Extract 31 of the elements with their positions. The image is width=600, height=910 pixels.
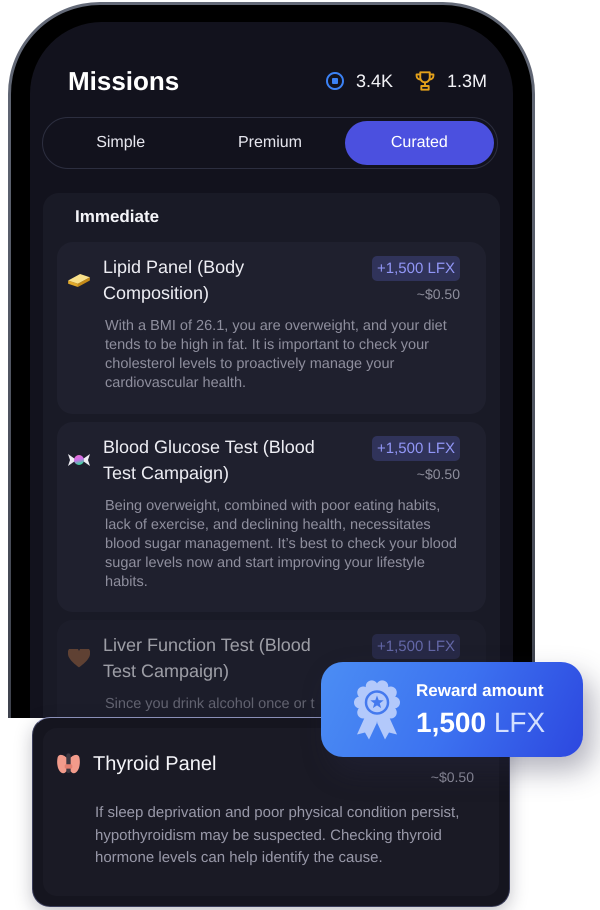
price-estimate: ~$0.50 — [416, 285, 460, 303]
mission-description: If sleep deprivation and poor physical condition persist, hypothyroidism may be suspected. Checking thyroid hormone levels can help identify the cause. — [95, 803, 460, 868]
thyroid-icon — [57, 753, 80, 775]
tab[interactable]: Premium — [195, 121, 345, 165]
reward-label: Reward amount — [416, 680, 544, 702]
ingot-icon — [68, 274, 90, 286]
mission-title: Lipid Panel (Body Composition) — [103, 257, 244, 303]
mission-description: Being overweight, combined with poor eating habits, lack of exercise, and declining health, necessitates blood sugar management. It’s best to check your blood sugar levels now and start improving your lifestyle habits. — [105, 496, 458, 592]
coin-icon — [326, 72, 344, 90]
mission-description: With a BMI of 26.1, you are overweight, and your diet tends to be high in fat. It is important to check your cholesterol levels to proactively manage your cardiovascular health. — [105, 317, 448, 393]
mission-card[interactable] — [57, 422, 486, 612]
reward-badge: +1,500 LFX — [372, 436, 460, 460]
mission-title: Thyroid Panel — [93, 753, 216, 775]
price-estimate: ~$0.50 — [416, 464, 460, 482]
reward-badge: +1,500 LFX — [372, 256, 460, 281]
tab[interactable]: Simple — [46, 121, 196, 165]
mission-card[interactable] — [57, 242, 486, 414]
coin-count: 3.4K — [356, 70, 393, 92]
candy-icon — [68, 454, 90, 466]
heart-icon — [68, 648, 90, 668]
page-title: Missions — [68, 66, 180, 96]
mission-description: Since you drink alcohol once or t — [105, 695, 315, 714]
tab[interactable]: Curated — [344, 121, 494, 165]
reward-badge: +1,500 LFX — [372, 634, 460, 659]
section-heading: Immediate — [75, 207, 160, 227]
medal-icon — [354, 680, 400, 740]
trophy-icon — [414, 71, 435, 91]
mission-title: Blood Glucose Test (Blood Test Campaign) — [103, 436, 315, 482]
trophy-count: 1.3M — [446, 70, 487, 92]
mission-title: Liver Function Test (Blood Test Campaign) — [103, 635, 311, 681]
price-estimate: ~$0.50 — [430, 768, 474, 786]
